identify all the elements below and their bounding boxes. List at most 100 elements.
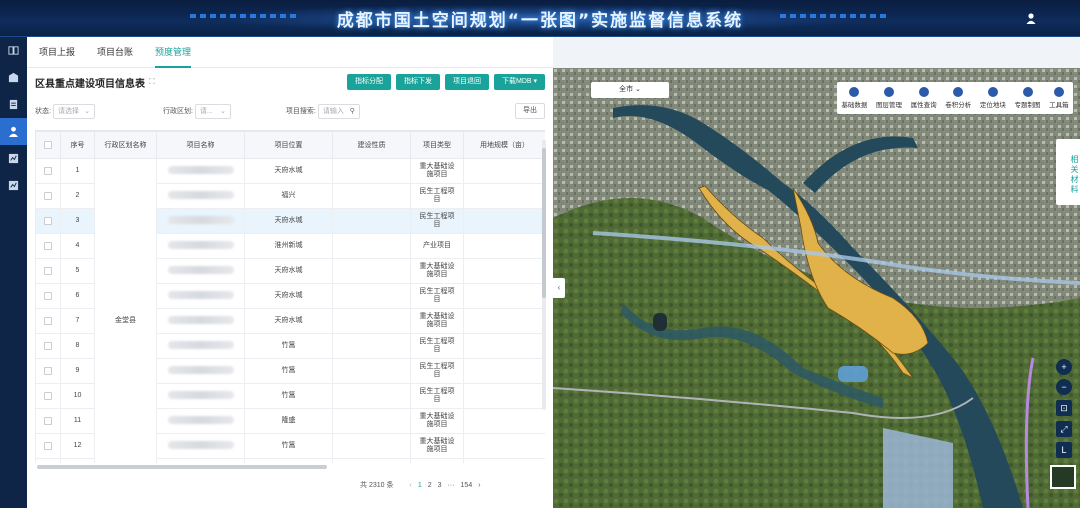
satellite-map[interactable]: [553, 68, 1080, 508]
row-select-cell[interactable]: [35, 408, 61, 434]
map-toolbar: 基础数据 图层管理 属性查询 卷积分析 定位地块 专题制图 工具箱: [837, 82, 1073, 114]
row-checkbox[interactable]: [44, 366, 52, 375]
project-name-redacted: [156, 258, 245, 284]
row-checkbox[interactable]: [44, 241, 52, 250]
sidebar-item-document[interactable]: [0, 91, 27, 118]
tool-locate-parcel[interactable]: 定位地块: [980, 87, 1006, 109]
zoom-in-button[interactable]: +: [1056, 359, 1072, 375]
row-checkbox[interactable]: [44, 341, 52, 350]
return-project-button[interactable]: 项目退回: [444, 74, 489, 90]
row-checkbox[interactable]: [44, 291, 52, 300]
expand-icon[interactable]: ⛶: [149, 77, 155, 87]
city-select[interactable]: 全市 ⌄: [591, 82, 669, 98]
project-name-redacted: [156, 233, 245, 259]
sidebar-item-chart-2[interactable]: [0, 172, 27, 199]
project-name-redacted: [156, 283, 245, 309]
sidebar-item-chart-1[interactable]: [0, 145, 27, 172]
horizontal-scrollbar[interactable]: [37, 465, 327, 469]
row-construction-nature: [332, 458, 411, 463]
district-select[interactable]: 请... ⌄: [194, 103, 231, 119]
layers-icon: [883, 87, 894, 97]
search-input[interactable]: 请输入 ⚲: [317, 103, 360, 119]
document-icon: [9, 99, 18, 110]
tool-toolbox[interactable]: 工具箱: [1049, 87, 1069, 109]
page-last[interactable]: 154: [461, 482, 473, 489]
extent-button[interactable]: ⊡: [1056, 400, 1072, 416]
row-checkbox[interactable]: [44, 441, 52, 450]
vertical-scrollbar[interactable]: [542, 140, 546, 410]
row-select-cell[interactable]: [35, 358, 61, 384]
project-name-redacted: [156, 333, 245, 359]
row-land-scale: [463, 233, 545, 259]
page-3[interactable]: 3: [438, 482, 442, 489]
tool-attribute-query[interactable]: 属性查询: [911, 87, 937, 109]
row-select-cell[interactable]: [35, 433, 61, 459]
export-button[interactable]: 导出: [515, 103, 545, 119]
tab-quota-management[interactable]: 预度管理: [155, 37, 192, 68]
sidebar-item-book[interactable]: [0, 37, 27, 64]
tool-base-data[interactable]: 基础数据: [841, 87, 867, 109]
related-materials-tab[interactable]: 相关材料: [1056, 139, 1080, 205]
redacted-text: [167, 265, 234, 274]
download-mdb-button[interactable]: 下载MDB ▾: [493, 74, 545, 90]
zoom-out-button[interactable]: −: [1056, 379, 1072, 395]
page-2[interactable]: 2: [428, 482, 432, 489]
info-icon: [918, 87, 929, 97]
tool-layer-management[interactable]: 图层管理: [876, 87, 902, 109]
row-construction-nature: [332, 158, 411, 184]
select-all-cell[interactable]: [35, 131, 61, 159]
row-select-cell[interactable]: [35, 208, 61, 234]
fullscreen-button[interactable]: ⤢: [1056, 421, 1072, 437]
row-location: 竹篙: [244, 333, 333, 359]
row-land-scale: [463, 158, 545, 184]
scrollbar-thumb[interactable]: [542, 148, 546, 298]
row-select-cell[interactable]: [35, 308, 61, 334]
issue-quota-button[interactable]: 指标下发: [395, 74, 440, 90]
row-checkbox[interactable]: [44, 266, 52, 275]
row-checkbox[interactable]: [44, 166, 52, 175]
select-all-checkbox[interactable]: [44, 140, 52, 149]
status-select[interactable]: 请选择 ⌄: [52, 103, 95, 119]
legend-button[interactable]: L: [1056, 442, 1072, 458]
table-row[interactable]: 1 金堂县 天府水城 重大基础设施项目: [35, 158, 545, 463]
tab-project-report[interactable]: 项目上报: [39, 37, 75, 68]
page-1[interactable]: 1: [418, 482, 422, 489]
prev-page-button[interactable]: ‹: [409, 482, 411, 489]
page-ellipsis[interactable]: ···: [448, 482, 455, 489]
assign-quota-button[interactable]: 指标分配: [346, 74, 391, 90]
row-land-scale: [463, 283, 545, 309]
row-checkbox[interactable]: [44, 391, 52, 400]
row-select-cell[interactable]: [35, 458, 61, 463]
redacted-text: [167, 365, 234, 374]
row-select-cell[interactable]: [35, 258, 61, 284]
row-select-cell[interactable]: [35, 333, 61, 359]
row-select-cell[interactable]: [35, 158, 61, 184]
row-construction-nature: [332, 433, 411, 459]
row-select-cell[interactable]: [35, 233, 61, 259]
tool-thematic-mapping[interactable]: 专题制图: [1015, 87, 1041, 109]
row-select-cell[interactable]: [35, 383, 61, 409]
sidebar-item-user[interactable]: [0, 118, 27, 145]
collapse-panel-button[interactable]: ‹: [553, 278, 565, 298]
tab-project-ledger[interactable]: 项目台账: [97, 37, 133, 68]
minimap[interactable]: [1050, 465, 1076, 489]
tool-analysis[interactable]: 卷积分析: [945, 87, 971, 109]
header-project-name: 项目名称: [156, 131, 245, 159]
row-select-cell[interactable]: [35, 183, 61, 209]
row-location: 竹篙: [244, 358, 333, 384]
user-icon[interactable]: [1026, 13, 1036, 24]
row-type: 重大基础设施项目: [410, 433, 464, 459]
next-page-button[interactable]: ›: [478, 482, 480, 489]
row-no: 8: [60, 333, 95, 359]
sidebar-item-building[interactable]: [0, 64, 27, 91]
row-checkbox[interactable]: [44, 316, 52, 325]
row-checkbox[interactable]: [44, 216, 52, 225]
row-no: 5: [60, 258, 95, 284]
map-view[interactable]: 全市 ⌄ 基础数据 图层管理 属性查询 卷积分析 定位地块 专题制图 工具箱 相…: [553, 68, 1080, 508]
row-land-scale: [463, 208, 545, 234]
row-location: 竹篙: [244, 383, 333, 409]
row-checkbox[interactable]: [44, 416, 52, 425]
row-select-cell[interactable]: [35, 283, 61, 309]
row-checkbox[interactable]: [44, 191, 52, 200]
row-land-scale: [463, 383, 545, 409]
